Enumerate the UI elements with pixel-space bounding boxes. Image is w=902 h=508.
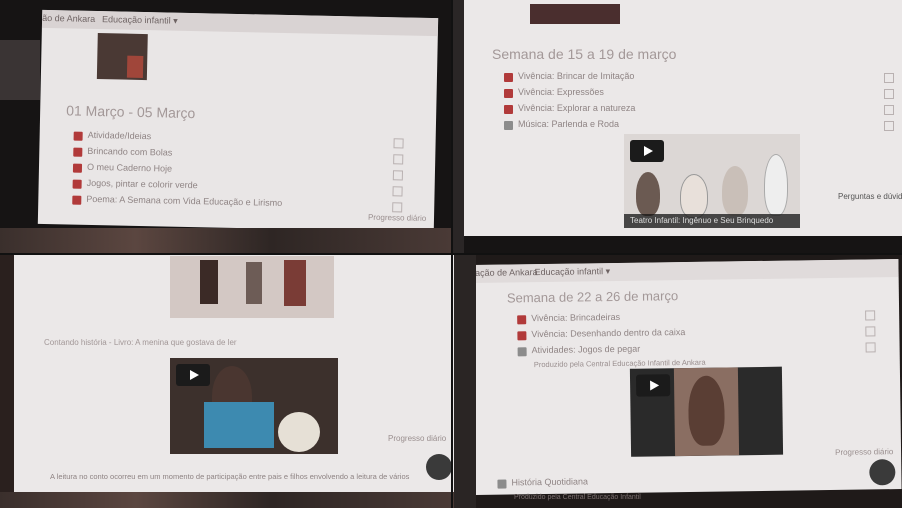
play-button[interactable]: [630, 140, 664, 162]
video-thumbnail[interactable]: Teatro Infantil: Ingênuo e Seu Brinquedo: [624, 134, 800, 228]
photo-bottom-left: Contando história - Livro: A menina que …: [0, 254, 454, 508]
folder-icon: [72, 195, 82, 205]
keyboard-edge: [0, 492, 454, 508]
sidebar-dark: [0, 40, 40, 100]
folder-icon: [72, 179, 82, 189]
folder-icon: [73, 131, 83, 141]
progress-footer: Progresso diário: [367, 212, 427, 223]
checkbox[interactable]: [865, 326, 876, 337]
book: [204, 402, 274, 448]
checkbox[interactable]: [393, 154, 404, 165]
chat-button[interactable]: [869, 459, 896, 486]
checkbox[interactable]: [865, 310, 876, 321]
folder-icon: [504, 89, 513, 98]
photo-bottom-right: Educação de Ankara Educação infantil ▾ S…: [454, 254, 902, 508]
video-link[interactable]: Contando história - Livro: A menina que …: [44, 338, 237, 347]
progress-footer: Progresso diário: [835, 447, 894, 457]
checkbox[interactable]: [884, 121, 894, 131]
plush-toy: [278, 412, 320, 452]
video-caption: Teatro Infantil: Ingênuo e Seu Brinquedo: [630, 216, 774, 225]
play-button[interactable]: [635, 374, 671, 397]
paragraph: A leitura no conto ocorreu em um momento…: [50, 472, 410, 481]
person-figure: [764, 154, 788, 216]
folder-icon: [504, 73, 513, 82]
checkbox[interactable]: [392, 186, 403, 197]
breadcrumb[interactable]: Educação de Ankara: [38, 12, 95, 24]
list-item[interactable]: Vivência: Explorar a natureza: [504, 102, 894, 118]
person-figure: [722, 166, 748, 216]
folder-icon: [517, 331, 527, 341]
file-icon: [517, 347, 527, 357]
week-title: 01 Março - 05 Março: [66, 102, 196, 122]
header-image: [96, 33, 148, 81]
header-block: [530, 4, 620, 24]
top-bar: Educação de Ankara Educação infantil ▾: [472, 259, 899, 283]
list-item[interactable]: História Quotidiana: [497, 474, 697, 493]
progress-footer: Progresso diário: [388, 434, 447, 443]
week-title: Semana de 15 a 19 de março: [492, 46, 677, 62]
photo-top-left: Educação de Ankara Educação infantil ▾ 0…: [0, 0, 452, 254]
week-title: Semana de 22 a 26 de março: [506, 288, 679, 306]
folder-icon: [504, 105, 513, 114]
file-icon: [497, 479, 507, 489]
header-image: [170, 256, 334, 318]
laptop-bezel: [452, 236, 902, 254]
laptop-screen: Semana de 15 a 19 de março Vivência: Bri…: [462, 0, 902, 240]
photo-top-right: Semana de 15 a 19 de março Vivência: Bri…: [452, 0, 902, 254]
folder-icon: [517, 315, 527, 325]
laptop-screen: Contando história - Livro: A menina que …: [14, 254, 454, 492]
keyboard-edge: [0, 228, 452, 254]
checkbox[interactable]: [393, 138, 404, 149]
activity-list: Atividade/Ideias Brincando com Bolas O m…: [72, 129, 414, 226]
checkbox[interactable]: [865, 342, 876, 353]
folder-icon: [72, 163, 83, 173]
laptop-bezel: [452, 0, 464, 254]
checkbox[interactable]: [392, 202, 403, 213]
person-figure: [680, 174, 708, 218]
list-item[interactable]: Vivência: Brincar de Imitação: [504, 70, 894, 86]
breadcrumb[interactable]: Educação de Ankara: [472, 267, 537, 278]
person-figure: [687, 375, 725, 446]
checkbox[interactable]: [884, 89, 894, 99]
list-item[interactable]: Vivência: Expressões: [504, 86, 894, 102]
list-item[interactable]: Música: Parlenda e Roda: [504, 118, 894, 134]
bottom-note: Produzido pela Central Educação Infantil: [514, 494, 641, 501]
folder-icon: [73, 147, 83, 157]
activity-list: Vivência: Brincadeiras Vivência: Desenha…: [517, 307, 878, 362]
divider: [0, 253, 902, 255]
activity-list: Vivência: Brincar de Imitação Vivência: …: [504, 70, 894, 140]
person-figure: [636, 172, 660, 216]
paragraph-block: A leitura no conto ocorreu em um momento…: [50, 466, 430, 490]
video-frame: [673, 367, 740, 457]
checkbox[interactable]: [392, 170, 404, 181]
video-caption-bar: Teatro Infantil: Ingênuo e Seu Brinquedo: [624, 214, 800, 228]
laptop-bezel: [454, 254, 476, 508]
video-thumbnail[interactable]: [170, 358, 338, 454]
video-thumbnail[interactable]: [629, 366, 784, 457]
checkbox[interactable]: [884, 73, 894, 83]
footer-link[interactable]: Perguntas e dúvidas: [838, 192, 902, 201]
laptop-screen: Educação de Ankara Educação infantil ▾ S…: [472, 259, 902, 495]
checkbox[interactable]: [884, 105, 894, 115]
nav-menu[interactable]: Educação infantil ▾: [102, 14, 178, 27]
nav-menu[interactable]: Educação infantil ▾: [534, 266, 610, 278]
laptop-screen: Educação de Ankara Educação infantil ▾ 0…: [37, 9, 439, 233]
file-icon: [504, 121, 513, 130]
play-button[interactable]: [176, 364, 210, 386]
